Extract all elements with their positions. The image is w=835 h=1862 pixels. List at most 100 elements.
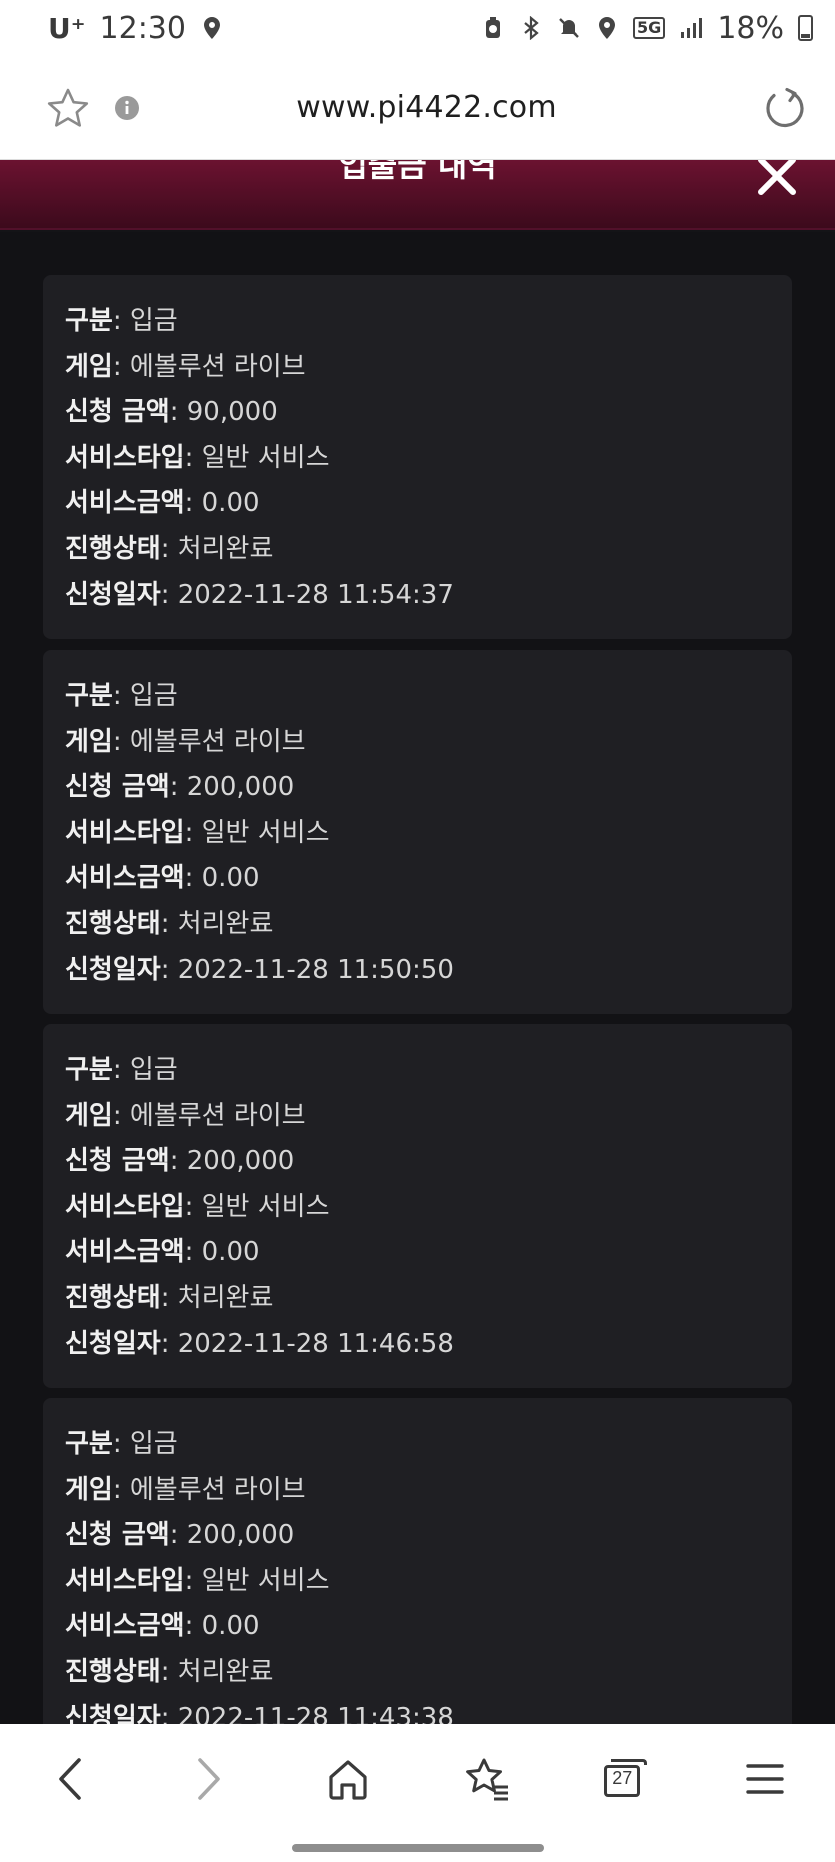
reload-icon[interactable] xyxy=(763,86,807,130)
battery-percent: 18% xyxy=(717,10,784,46)
value-status: 처리완료 xyxy=(177,533,274,564)
row-status: 진행상태: 처리완료 xyxy=(65,1656,274,1687)
label-amount: 신청 금액 xyxy=(65,772,170,803)
value-status: 처리완료 xyxy=(177,908,274,939)
back-button[interactable] xyxy=(0,1756,139,1802)
row-service-amount: 서비스금액: 0.00 xyxy=(65,863,260,894)
location-icon-right xyxy=(595,16,619,40)
row-type: 구분: 입금 xyxy=(65,1055,178,1085)
label-service-amount: 서비스금액 xyxy=(65,488,185,519)
row-game: 게임: 에볼루션 라이브 xyxy=(65,351,306,382)
value-service-type: 일반 서비스 xyxy=(201,1191,330,1222)
network-type: 5G xyxy=(633,17,666,39)
label-amount: 신청 금액 xyxy=(65,1520,170,1551)
label-date: 신청일자 xyxy=(65,1328,161,1359)
row-type: 구분: 입금 xyxy=(65,681,178,711)
location-icon xyxy=(200,16,224,40)
value-game: 에볼루션 라이브 xyxy=(129,351,306,382)
menu-button[interactable] xyxy=(696,1762,835,1796)
menu-icon xyxy=(746,1762,785,1796)
row-game: 게임: 에볼루션 라이브 xyxy=(65,726,306,757)
modal-header: 입출금 내역 xyxy=(0,160,835,230)
row-amount: 신청 금액: 200,000 xyxy=(65,1520,295,1551)
label-date: 신청일자 xyxy=(65,1702,161,1724)
label-type: 구분 xyxy=(65,306,113,336)
value-game: 에볼루션 라이브 xyxy=(129,1100,306,1131)
label-game: 게임 xyxy=(65,351,113,382)
label-date: 신청일자 xyxy=(65,954,161,985)
tabs-button[interactable]: 27 xyxy=(557,1759,696,1799)
site-info-icon[interactable] xyxy=(114,95,140,121)
nav-items: 27 xyxy=(0,1724,835,1834)
value-status: 처리완료 xyxy=(177,1656,274,1687)
row-date: 신청일자: 2022-11-28 11:54:37 xyxy=(65,579,454,610)
row-amount: 신청 금액: 200,000 xyxy=(65,772,295,803)
url-text[interactable]: www.pi4422.com xyxy=(296,90,557,125)
label-service-amount: 서비스금액 xyxy=(65,1611,185,1642)
row-service-type: 서비스타입: 일반 서비스 xyxy=(65,442,330,473)
row-game: 게임: 에볼루션 라이브 xyxy=(65,1474,306,1505)
row-type: 구분: 입금 xyxy=(65,1429,178,1459)
recycle-icon xyxy=(481,16,505,40)
label-status: 진행상태 xyxy=(65,1656,161,1687)
label-service-type: 서비스타입 xyxy=(65,1565,185,1596)
label-service-amount: 서비스금액 xyxy=(65,863,185,894)
address-bar-right xyxy=(697,86,807,130)
status-bar: U⁺ 12:30 5G 18% xyxy=(0,0,835,56)
value-service-amount: 0.00 xyxy=(201,1611,260,1642)
carrier-label: U⁺ xyxy=(48,11,86,45)
bookmarks-button[interactable] xyxy=(418,1757,557,1801)
row-service-amount: 서비스금액: 0.00 xyxy=(65,1611,260,1642)
status-right: 5G 18% xyxy=(481,11,813,46)
bookmark-star-icon[interactable] xyxy=(46,87,90,129)
row-status: 진행상태: 처리완료 xyxy=(65,908,274,939)
label-type: 구분 xyxy=(65,681,113,711)
value-service-amount: 0.00 xyxy=(201,488,260,519)
transaction-list[interactable]: 구분: 입금 게임: 에볼루션 라이브 신청 금액: 90,000 서비스타입:… xyxy=(0,232,835,1724)
transaction-card: 구분: 입금 게임: 에볼루션 라이브 신청 금액: 200,000 서비스타입… xyxy=(43,1024,792,1388)
modal-title: 입출금 내역 xyxy=(338,160,497,184)
row-type: 구분: 입금 xyxy=(65,306,178,336)
label-game: 게임 xyxy=(65,726,113,757)
home-indicator[interactable] xyxy=(292,1844,544,1852)
row-date: 신청일자: 2022-11-28 11:43:38 xyxy=(65,1696,770,1724)
label-service-type: 서비스타입 xyxy=(65,817,185,848)
row-amount: 신청 금액: 90,000 xyxy=(65,397,278,428)
home-button[interactable] xyxy=(278,1757,417,1801)
close-icon[interactable] xyxy=(755,160,799,198)
value-amount: 90,000 xyxy=(186,397,278,428)
value-amount: 200,000 xyxy=(186,1520,295,1551)
label-service-amount: 서비스금액 xyxy=(65,1237,185,1268)
value-service-type: 일반 서비스 xyxy=(201,817,330,848)
bluetooth-icon xyxy=(519,16,543,40)
forward-icon xyxy=(194,1756,224,1802)
label-service-type: 서비스타입 xyxy=(65,442,185,473)
label-amount: 신청 금액 xyxy=(65,397,170,428)
value-service-amount: 0.00 xyxy=(201,1237,260,1268)
row-date: 신청일자: 2022-11-28 11:50:50 xyxy=(65,954,454,985)
transaction-card: 구분: 입금 게임: 에볼루션 라이브 신청 금액: 90,000 서비스타입:… xyxy=(43,275,792,639)
transaction-card: 구분: 입금 게임: 에볼루션 라이브 신청 금액: 200,000 서비스타입… xyxy=(43,1398,792,1724)
tab-count: 27 xyxy=(612,1768,633,1788)
value-amount: 200,000 xyxy=(186,1146,295,1177)
value-service-type: 일반 서비스 xyxy=(201,442,330,473)
forward-button[interactable] xyxy=(139,1756,278,1802)
row-service-type: 서비스타입: 일반 서비스 xyxy=(65,1565,330,1596)
label-game: 게임 xyxy=(65,1474,113,1505)
tabs-icon: 27 xyxy=(604,1759,648,1799)
row-service-amount: 서비스금액: 0.00 xyxy=(65,1237,260,1268)
value-date: 2022-11-28 11:43:38 xyxy=(177,1702,454,1724)
value-status: 처리완료 xyxy=(177,1282,274,1313)
bottom-nav: 27 xyxy=(0,1724,835,1862)
row-service-type: 서비스타입: 일반 서비스 xyxy=(65,817,330,848)
value-date: 2022-11-28 11:54:37 xyxy=(177,579,454,610)
value-type: 입금 xyxy=(129,1429,178,1459)
label-status: 진행상태 xyxy=(65,1282,161,1313)
value-date: 2022-11-28 11:46:58 xyxy=(177,1328,454,1359)
status-left: U⁺ 12:30 xyxy=(48,11,224,46)
label-type: 구분 xyxy=(65,1429,113,1459)
row-status: 진행상태: 처리완료 xyxy=(65,533,274,564)
signal-icon xyxy=(679,16,703,40)
transaction-card: 구분: 입금 게임: 에볼루션 라이브 신청 금액: 200,000 서비스타입… xyxy=(43,650,792,1014)
mute-icon xyxy=(557,16,581,40)
